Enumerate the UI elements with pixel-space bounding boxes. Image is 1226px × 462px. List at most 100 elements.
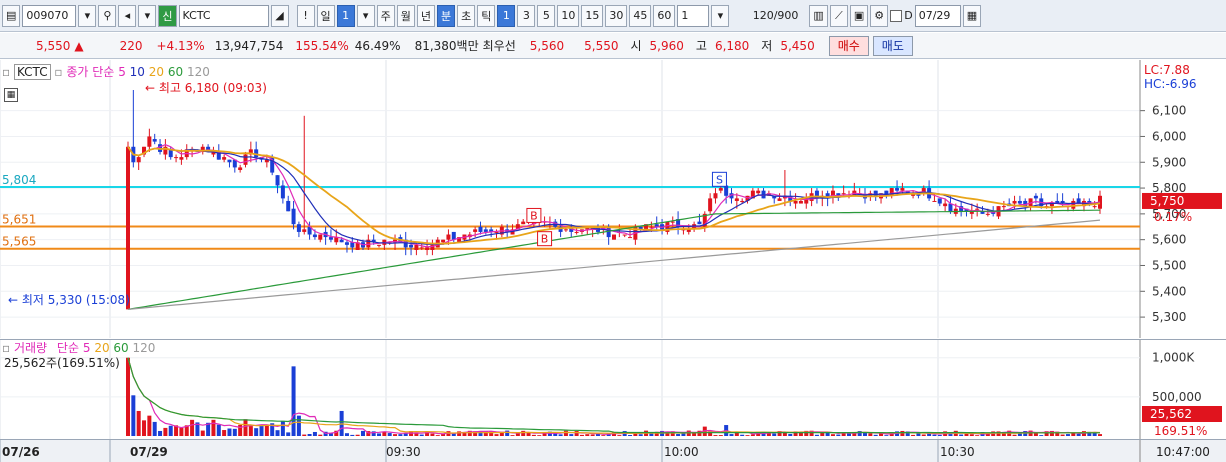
volume-bar (312, 431, 317, 436)
lc-label: LC:7.88 (1144, 63, 1190, 77)
candle-body (280, 185, 285, 199)
price-tick-label: 6,100 (1152, 104, 1186, 118)
volume-ma60-line (127, 357, 1100, 434)
candle-body (649, 226, 654, 228)
volume-chart[interactable]: 1,000K 500,000 25,562 169.51% (0, 340, 1226, 440)
table-view-icon[interactable]: ▦ (4, 88, 18, 102)
save-icon[interactable]: ▣ (849, 4, 869, 27)
interval-60-button[interactable]: 60 (653, 4, 676, 27)
code-dropdown-icon[interactable]: ▾ (78, 4, 97, 27)
high-annotation: ← 최고 6,180 (09:03) (145, 81, 267, 95)
interval-10-button[interactable]: 10 (557, 4, 580, 27)
volume-bar (692, 433, 697, 436)
candle-body (670, 221, 675, 223)
candle-body (136, 157, 141, 163)
date-input[interactable]: 07/29 (914, 4, 961, 27)
volume-bar (296, 415, 301, 436)
interval-1-button[interactable]: 1 (497, 4, 516, 27)
volume-chart-panel[interactable]: 1,000K 500,000 25,562 169.51% ▫ 거래량 단순 5 20… (0, 339, 1226, 440)
interval-15-button[interactable]: 15 (581, 4, 604, 27)
candle-body (243, 154, 248, 165)
volume-bar (200, 430, 205, 436)
volume-bar (254, 428, 259, 436)
credit-badge: 신 (158, 4, 177, 27)
volume-bar (740, 434, 745, 436)
candle-body (152, 139, 157, 142)
period-month-button[interactable]: 월 (396, 4, 415, 27)
interval-select[interactable]: 1 (677, 4, 710, 27)
ma10-legend: 10 (129, 65, 145, 79)
volume-bar (291, 366, 296, 436)
sound-dropdown-icon[interactable]: ▾ (138, 4, 157, 27)
date-checkbox[interactable] (890, 9, 903, 22)
interval-30-button[interactable]: 30 (605, 4, 628, 27)
volume-bar (344, 433, 349, 436)
volume-bar (1098, 434, 1102, 436)
alert-button[interactable]: ! (296, 4, 315, 27)
candle-body (697, 221, 702, 225)
high-label: 고 (695, 39, 707, 53)
candle-body (841, 193, 846, 195)
period-week-button[interactable]: 주 (376, 4, 395, 27)
stock-name-field[interactable]: KCTC (178, 4, 269, 27)
volume-bar (1012, 434, 1017, 436)
interval-5-button[interactable]: 5 (537, 4, 556, 27)
candle-body (713, 193, 718, 199)
resize-handle-icon[interactable]: ◢ (270, 4, 289, 27)
count-field[interactable]: 120/900 (731, 5, 801, 27)
volume-bar (377, 433, 382, 436)
signal-label: B (541, 233, 549, 246)
volume-bar (168, 425, 173, 436)
period-minute-button[interactable]: 분 (437, 4, 456, 27)
ma120-line (127, 219, 1101, 310)
candle-body (312, 234, 317, 238)
speaker-icon[interactable]: ◂ (118, 4, 137, 27)
interval-3-button[interactable]: 3 (517, 4, 536, 27)
volume-ma-label: 단순 (56, 341, 80, 355)
period-day-button[interactable]: 일 (316, 4, 335, 27)
buy-button[interactable]: 매수 (828, 35, 869, 56)
candle-body (451, 231, 456, 240)
volume-bar (948, 434, 953, 436)
interval-45-button[interactable]: 45 (629, 4, 652, 27)
candle-body (1071, 200, 1076, 209)
hc-label: HC:-6.96 (1144, 77, 1197, 91)
price-chart-panel[interactable]: 6,100 6,000 5,900 5,800 5,700 5,600 5,500 5,400… (0, 60, 1226, 338)
period-year-button[interactable]: 년 (416, 4, 436, 27)
candle-body (724, 185, 729, 196)
candle-body (227, 159, 232, 163)
candle-body (628, 237, 633, 239)
open-label: 시 (630, 39, 642, 53)
menu-icon[interactable]: ▤ (2, 4, 21, 27)
drawing-tool-icon[interactable]: ⟋ (829, 4, 848, 27)
volume-bar (499, 432, 504, 436)
period-tick-button[interactable]: 틱 (477, 4, 496, 27)
time-axis: 07/26 07/29 09:30 10:00 10:30 10:47:00 (0, 439, 1226, 462)
period-second-button[interactable]: 초 (457, 4, 476, 27)
volume-bar (830, 434, 835, 436)
period-dropdown-icon[interactable]: ▾ (356, 4, 375, 27)
candle-body (932, 200, 937, 202)
volume-bar (750, 434, 755, 436)
candle-body (344, 242, 349, 245)
period-count-field[interactable]: 1 (336, 4, 355, 27)
search-icon[interactable]: ⚲ (98, 4, 117, 27)
calendar-icon[interactable]: ▦ (962, 4, 982, 27)
stock-code-input[interactable]: 009070 (22, 4, 77, 27)
volume-bar (302, 434, 307, 436)
candle-type-icon[interactable]: ▥ (809, 4, 828, 27)
ma20-legend: 20 (148, 65, 165, 79)
interval-dropdown-icon[interactable]: ▾ (711, 4, 730, 27)
price-chart[interactable]: 6,1006,0005,9005,8005,7005,6005,5005,400… (0, 60, 1226, 338)
candle-body (414, 244, 419, 250)
best-quote-label: 최우선 (482, 39, 516, 53)
up-arrow-icon: ▲ (74, 38, 84, 53)
volume-ma5-line (127, 357, 1101, 435)
volume-bar (227, 428, 232, 436)
volume-bar (430, 433, 435, 436)
sell-button[interactable]: 매도 (872, 35, 913, 56)
candle-body (1033, 195, 1038, 199)
volume-bar (419, 434, 424, 436)
candle-body (756, 190, 761, 194)
gear-icon[interactable]: ⚙ (870, 4, 889, 27)
